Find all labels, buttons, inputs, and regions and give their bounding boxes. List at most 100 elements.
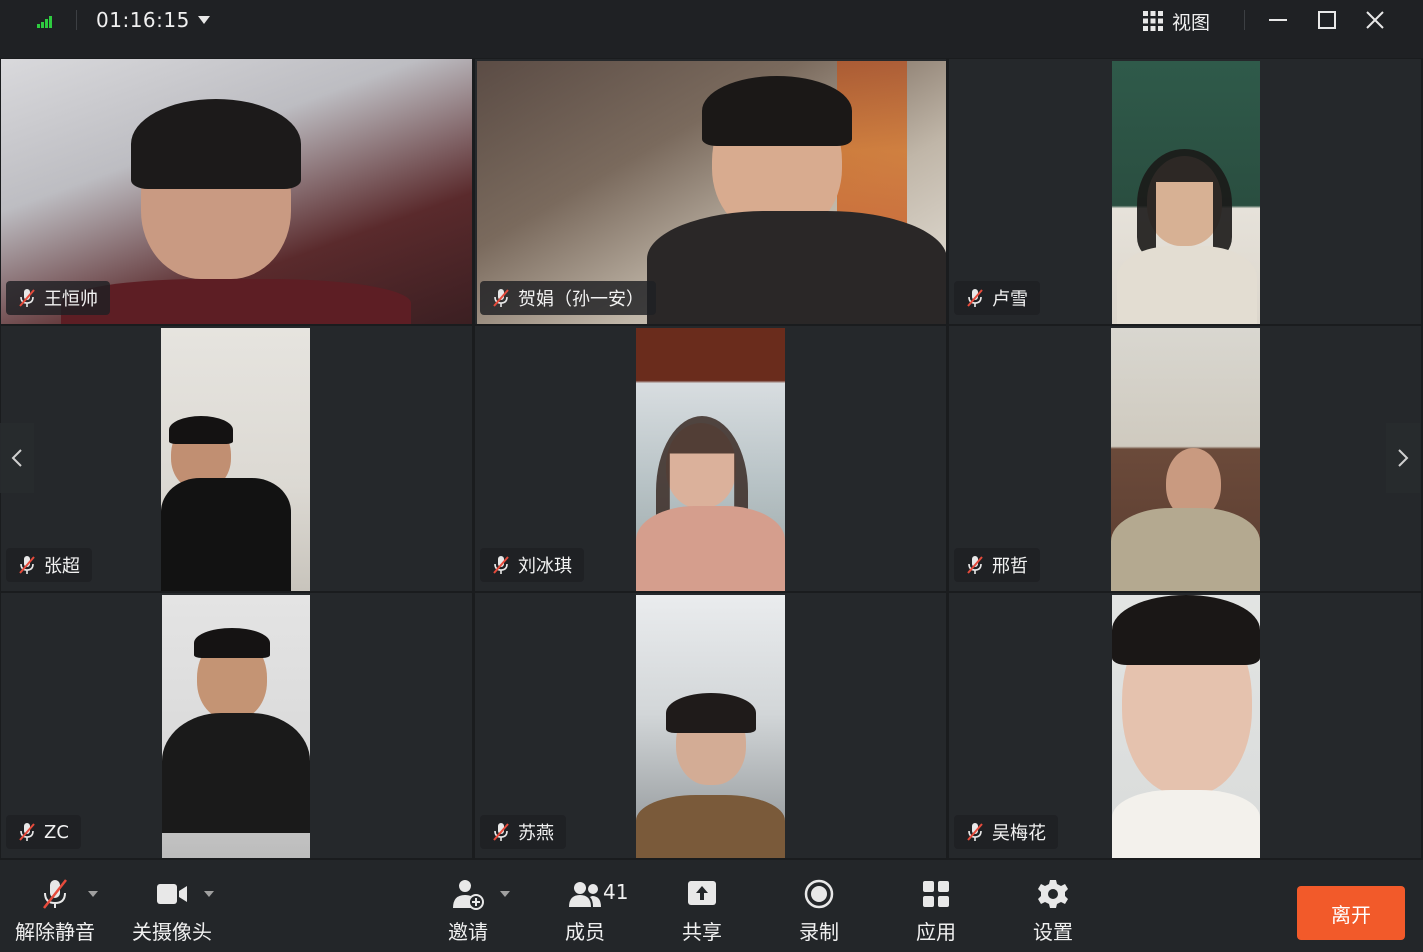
invite-label: 邀请 (448, 920, 488, 944)
video-tile[interactable]: 张超 (0, 325, 473, 592)
participant-nameplate: 刘冰琪 (480, 548, 584, 582)
share-button[interactable]: 共享 (682, 878, 722, 945)
participant-name: 卢雪 (992, 289, 1028, 310)
participant-nameplate: 吴梅花 (954, 815, 1058, 849)
next-page-button[interactable] (1386, 423, 1420, 493)
participant-nameplate: ZC (6, 815, 81, 849)
meeting-timer: 01:16:15 (96, 8, 190, 32)
participant-hair (131, 99, 301, 189)
apps-label: 应用 (916, 920, 956, 944)
participant-name: 贺娟（孙一安） (518, 289, 644, 310)
video-tile[interactable]: 苏燕 (474, 592, 947, 859)
participant-video (162, 595, 310, 858)
participant-shirt (161, 478, 291, 591)
settings-label: 设置 (1033, 920, 1073, 944)
participant-video (636, 328, 785, 591)
members-icon (567, 878, 603, 910)
chevron-down-icon[interactable] (87, 890, 99, 898)
participant-name: 吴梅花 (992, 823, 1046, 844)
record-label: 录制 (799, 920, 839, 944)
mic-muted-icon (967, 289, 983, 307)
participant-nameplate: 苏燕 (480, 815, 566, 849)
divider (76, 10, 77, 30)
chevron-down-icon[interactable] (197, 14, 211, 26)
participant-name: 张超 (44, 556, 80, 577)
participant-shirt (61, 279, 411, 324)
participant-nameplate: 张超 (6, 548, 92, 582)
record-button[interactable]: 录制 (799, 878, 839, 945)
mic-muted-icon (967, 823, 983, 841)
participant-name: ZC (44, 821, 69, 843)
participant-video (1112, 61, 1260, 324)
participant-shirt (162, 713, 310, 833)
participant-shirt (1112, 790, 1260, 858)
maximize-icon[interactable] (1315, 8, 1339, 32)
participant-video (1112, 595, 1260, 858)
minimize-icon[interactable] (1266, 8, 1290, 32)
participant-nameplate: 卢雪 (954, 281, 1040, 315)
mic-muted-icon (19, 289, 35, 307)
video-tile[interactable]: 吴梅花 (948, 592, 1422, 859)
invite-button[interactable]: 邀请 (448, 878, 488, 945)
mic-muted-icon (37, 878, 73, 910)
video-tile[interactable]: 刘冰琪 (474, 325, 947, 592)
chevron-down-icon[interactable] (499, 890, 511, 898)
add-user-icon (450, 878, 486, 910)
participant-name: 刘冰琪 (518, 556, 572, 577)
member-count: 41 (603, 880, 629, 904)
camera-button[interactable]: 关摄像头 (132, 878, 212, 945)
members-label: 成员 (565, 920, 605, 944)
participant-nameplate: 贺娟（孙一安） (480, 281, 656, 315)
participant-hair (194, 628, 270, 658)
chevron-right-icon (1398, 449, 1409, 467)
participant-name: 苏燕 (518, 823, 554, 844)
participant-nameplate: 王恒帅 (6, 281, 110, 315)
leave-button[interactable]: 离开 (1297, 886, 1405, 940)
participant-shirt (647, 211, 946, 324)
divider (1244, 10, 1245, 30)
video-tile[interactable]: 贺娟（孙一安） (474, 58, 947, 325)
mic-muted-icon (19, 823, 35, 841)
chevron-down-icon[interactable] (203, 890, 215, 898)
participant-name: 王恒帅 (44, 289, 98, 310)
view-button[interactable]: 视图 (1142, 8, 1210, 34)
participant-hair (1112, 595, 1260, 665)
members-button[interactable]: 成员 (565, 878, 605, 945)
participant-shirt (636, 795, 785, 858)
share-label: 共享 (682, 920, 722, 944)
chevron-left-icon (11, 449, 22, 467)
video-tile[interactable]: 卢雪 (948, 58, 1422, 325)
share-screen-icon (684, 878, 720, 910)
participant-video (161, 328, 310, 591)
mic-muted-icon (493, 823, 509, 841)
video-tile[interactable]: 邢哲 (948, 325, 1422, 592)
participant-shirt (636, 506, 785, 591)
gear-icon (1035, 878, 1071, 910)
title-bar: 01:16:15 视图 (0, 0, 1423, 58)
prev-page-button[interactable] (0, 423, 34, 493)
participant-hair (666, 693, 756, 733)
close-icon[interactable] (1363, 8, 1387, 32)
mic-muted-icon (19, 556, 35, 574)
grid-view-icon (1143, 11, 1163, 31)
video-camera-icon (154, 878, 190, 910)
mic-muted-icon (493, 289, 509, 307)
participant-shirt (1111, 508, 1260, 591)
video-grid: 王恒帅 贺娟（孙一安） 卢雪 张超 刘冰琪 邢哲 ZC 苏燕 吴梅花 (0, 58, 1423, 860)
record-icon (801, 878, 837, 910)
mic-muted-icon (967, 556, 983, 574)
participant-shirt (1117, 246, 1257, 324)
participant-video (1111, 328, 1260, 591)
participant-hair (169, 416, 233, 444)
video-tile[interactable]: 王恒帅 (0, 58, 473, 325)
unmute-button[interactable]: 解除静音 (15, 878, 95, 945)
participant-nameplate: 邢哲 (954, 548, 1040, 582)
signal-strength-icon (37, 14, 57, 28)
unmute-label: 解除静音 (15, 920, 95, 944)
settings-button[interactable]: 设置 (1033, 878, 1073, 945)
view-label: 视图 (1172, 11, 1211, 34)
video-tile[interactable]: ZC (0, 592, 473, 859)
camera-label: 关摄像头 (132, 920, 212, 944)
apps-grid-icon (918, 878, 954, 910)
apps-button[interactable]: 应用 (916, 878, 956, 945)
